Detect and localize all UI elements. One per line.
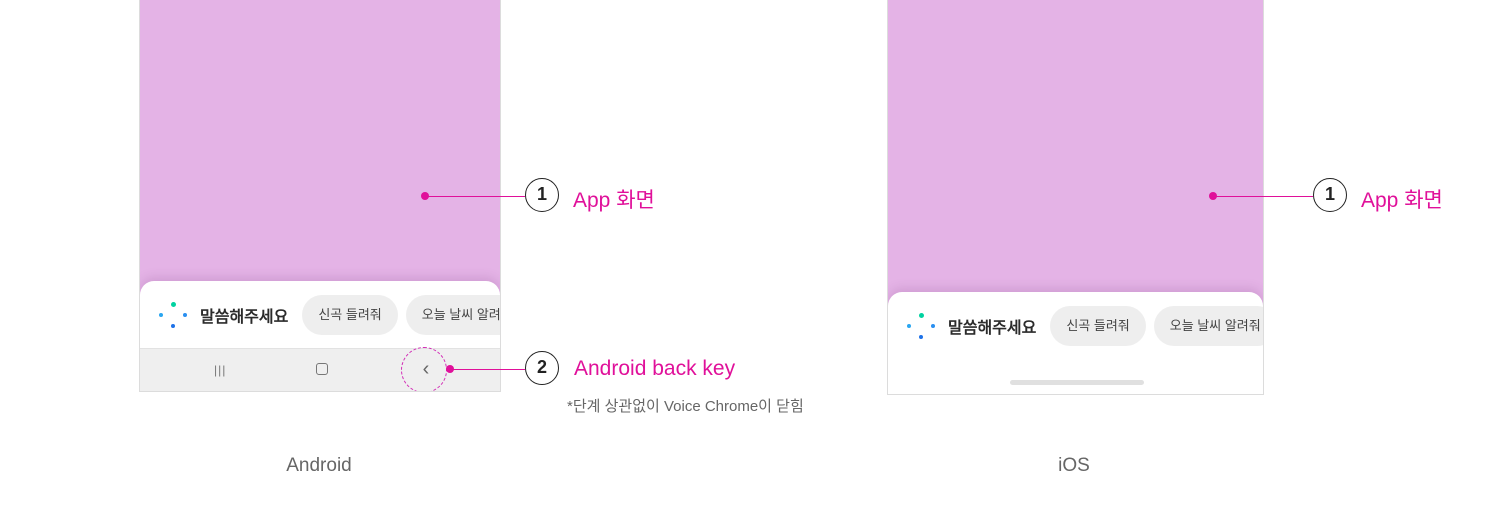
suggestion-chip[interactable]: 신곡 들려줘 (1050, 306, 1146, 346)
callout-number: 1 (525, 178, 559, 212)
callout-leader-line (450, 369, 525, 370)
voice-assistant-icon[interactable] (906, 311, 936, 341)
suggestion-chip[interactable]: 오늘 날씨 알려줘 (405, 294, 500, 335)
voice-prompt: 말씀해주세요 (948, 320, 1037, 337)
voice-assistant-icon[interactable] (158, 300, 188, 330)
home-indicator[interactable] (1010, 380, 1144, 385)
android-voice-chrome: 말씀해주세요 신곡 들려줘 오늘 날씨 알려줘 (140, 281, 500, 348)
callout-label: App 화면 (1361, 189, 1443, 212)
callout-label: App 화면 (573, 189, 655, 212)
callout-label: Android back key (574, 357, 736, 380)
callout-note: *단계 상관없이 Voice Chrome이 닫힘 (567, 398, 804, 415)
voice-prompt: 말씀해주세요 (200, 308, 289, 326)
ios-device-frame: 말씀해주세요 신곡 들려줘 오늘 날씨 알려줘 (887, 0, 1264, 395)
ios-voice-chrome: 말씀해주세요 신곡 들려줘 오늘 날씨 알려줘 (888, 292, 1263, 360)
callout-number: 2 (525, 351, 559, 385)
callout-leader-line (425, 196, 525, 197)
android-caption: Android (286, 455, 352, 476)
callout-number: 1 (1313, 178, 1347, 212)
back-icon[interactable]: ‹ (414, 357, 438, 381)
suggestion-chip[interactable]: 오늘 날씨 알려줘 (1153, 306, 1263, 346)
home-icon[interactable] (316, 363, 328, 375)
callout-leader-line (1213, 196, 1313, 197)
recent-apps-icon[interactable]: ||| (214, 363, 226, 377)
ios-bottom-area (888, 360, 1263, 394)
suggestion-chip[interactable]: 신곡 들려줘 (302, 294, 398, 335)
ios-caption: iOS (1058, 455, 1090, 476)
